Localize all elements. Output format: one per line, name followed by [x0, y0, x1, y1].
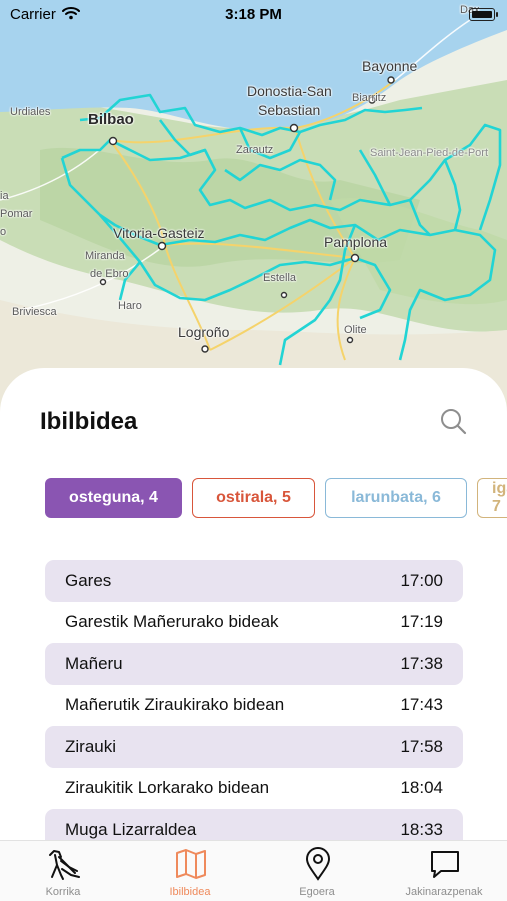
- tab-egoera[interactable]: Egoera: [254, 841, 380, 901]
- status-bar: Carrier 3:18 PM: [0, 0, 507, 30]
- tab-korrika[interactable]: Korrika: [0, 841, 126, 901]
- tab-jakinarazpenak-label: Jakinarazpenak: [405, 886, 483, 898]
- map-label-logrono: Logroño: [178, 324, 230, 340]
- schedule-place: Mañeru: [65, 653, 123, 673]
- day-tab-saturday[interactable]: larunbata, 6: [325, 478, 467, 518]
- map-label-pomar: Pomar: [0, 208, 33, 220]
- tab-korrika-label: Korrika: [45, 886, 81, 898]
- schedule-time: 17:43: [400, 695, 443, 715]
- tab-jakinarazpenak[interactable]: Jakinarazpenak: [381, 841, 507, 901]
- tab-ibilbidea[interactable]: Ibilbidea: [127, 841, 253, 901]
- map-icon: [176, 849, 206, 879]
- runner-icon: [49, 850, 80, 880]
- schedule-place: Ziraukitik Lorkarako bidean: [65, 778, 270, 798]
- schedule-time: 17:38: [400, 653, 443, 673]
- map-label-zarautz: Zarautz: [236, 144, 274, 156]
- map-label-miranda-line2: de Ebro: [90, 268, 129, 280]
- schedule-place: Mañerutik Ziraukirako bidean: [65, 695, 285, 715]
- map-label-pamplona: Pamplona: [324, 234, 388, 250]
- schedule-time: 17:19: [400, 612, 443, 632]
- schedule-place: Muga Lizarraldea: [65, 819, 197, 839]
- schedule-place: Gares: [65, 570, 112, 590]
- search-icon: [441, 409, 467, 435]
- schedule-time: 17:58: [400, 736, 443, 756]
- day-tab-sunday[interactable]: igandea, 7: [477, 478, 507, 518]
- search-button[interactable]: [438, 406, 468, 436]
- day-tab-thursday[interactable]: osteguna, 4: [45, 478, 182, 518]
- map-label-biarritz: Biarritz: [352, 92, 387, 104]
- schedule-row[interactable]: Mañerutik Ziraukirako bidean 17:43: [45, 685, 463, 727]
- route-map[interactable]: Urdiales Bilbao Donostia-San Sebastian B…: [0, 0, 507, 420]
- battery-icon: [469, 8, 498, 21]
- chat-bubble-icon: [431, 851, 459, 878]
- map-label-olite: Olite: [344, 324, 367, 336]
- sheet-title: Ibilbidea: [40, 408, 138, 435]
- route-sheet: Ibilbidea osteguna, 4 ostirala, 5 larunb…: [0, 368, 507, 900]
- map-label-miranda-line1: Miranda: [85, 250, 125, 262]
- schedule-place: Garestik Mañerurako bideak: [65, 612, 279, 632]
- map-label-bilbao: Bilbao: [88, 111, 134, 128]
- schedule-row[interactable]: Mañeru 17:38: [45, 643, 463, 685]
- tab-bar: Korrika Ibilbidea Egoera Jakinarazpenak: [0, 840, 507, 901]
- schedule-row[interactable]: Zirauki 17:58: [45, 726, 463, 768]
- schedule-list: Gares 17:00 Garestik Mañerurako bideak 1…: [45, 560, 463, 851]
- map-label-saint-jean: Saint-Jean-Pied-de-Port: [370, 147, 489, 159]
- schedule-row[interactable]: Garestik Mañerurako bideak 17:19: [45, 602, 463, 644]
- schedule-time: 18:33: [400, 819, 443, 839]
- day-tab-friday[interactable]: ostirala, 5: [192, 478, 315, 518]
- location-pin-icon: [305, 847, 331, 881]
- schedule-row[interactable]: Ziraukitik Lorkarako bidean 18:04: [45, 768, 463, 810]
- status-time: 3:18 PM: [225, 6, 282, 23]
- map-label-donostia-line2: Sebastian: [258, 102, 321, 118]
- map-label-haro: Haro: [118, 300, 142, 312]
- schedule-row[interactable]: Gares 17:00: [45, 560, 463, 602]
- map-label-urdiales: Urdiales: [10, 106, 51, 118]
- map-label-briviesca: Briviesca: [12, 306, 57, 318]
- map-label-o: o: [0, 226, 7, 238]
- map-label-vitoria: Vitoria-Gasteiz: [113, 225, 205, 241]
- map-label-bayonne: Bayonne: [362, 58, 418, 74]
- day-tabs: osteguna, 4 ostirala, 5 larunbata, 6 iga…: [0, 476, 507, 524]
- map-label-donostia-line1: Donostia-San: [247, 83, 332, 99]
- schedule-place: Zirauki: [65, 736, 117, 756]
- tab-ibilbidea-label: Ibilbidea: [169, 886, 211, 898]
- schedule-time: 18:04: [400, 778, 443, 798]
- map-label-estella: Estella: [263, 272, 297, 284]
- tab-egoera-label: Egoera: [299, 886, 335, 898]
- schedule-time: 17:00: [400, 570, 443, 590]
- map-canvas[interactable]: [0, 0, 507, 420]
- map-label-ia: ia: [0, 190, 9, 202]
